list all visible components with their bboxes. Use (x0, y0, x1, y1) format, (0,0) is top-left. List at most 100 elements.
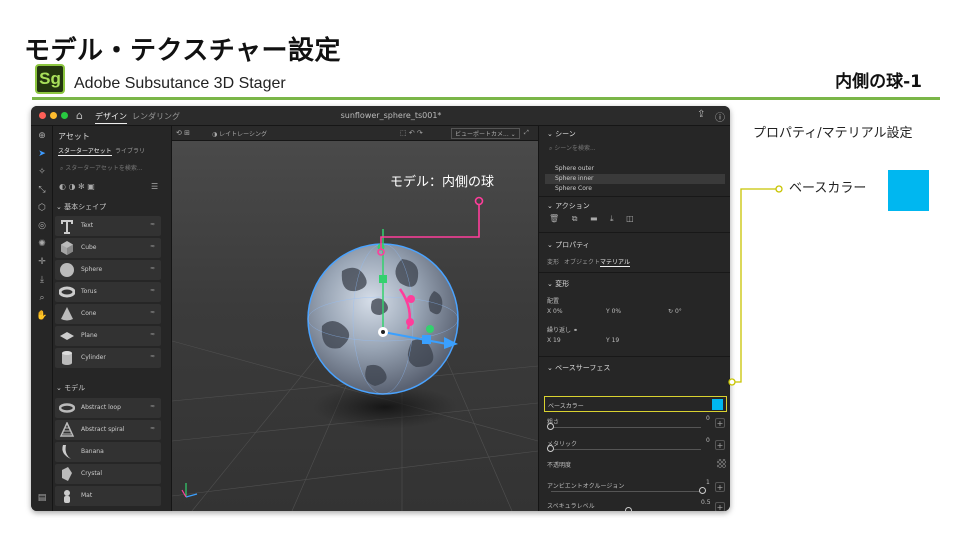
tab-library[interactable]: ライブラリ (115, 146, 145, 155)
base-color-callout-label: ベースカラー (789, 181, 867, 196)
move-tool-icon[interactable]: ✛ (36, 256, 48, 268)
action-heading[interactable]: ⌄ アクション (547, 201, 590, 211)
roughness-add-button[interactable]: + (715, 418, 725, 428)
rotation-field[interactable]: ↻ 0° (668, 308, 682, 315)
share-icon[interactable]: ⇪ (697, 109, 705, 120)
tab-transform[interactable]: 変形 (547, 257, 559, 266)
scene-item-sphere-core[interactable]: Sphere Core (545, 184, 725, 194)
expand-viewport-icon[interactable]: ⤢ (524, 129, 529, 137)
scene-search-input[interactable]: ⌕ シーンを検索... (547, 143, 723, 155)
metallic-value: 0 (706, 437, 710, 444)
tab-material[interactable]: マテリアル (600, 257, 630, 267)
viewport-tool-icons[interactable]: ⬚ ↶ ↷ (400, 129, 423, 137)
camera-tool-icon[interactable]: ◎ (36, 220, 48, 232)
asset-item-mat[interactable]: Mat (55, 486, 161, 506)
close-window-button[interactable] (39, 112, 46, 119)
link-icon[interactable]: ⚭ (573, 327, 578, 334)
roughness-slider-knob[interactable] (547, 423, 554, 430)
more-icon[interactable]: ≈ (150, 403, 155, 410)
asset-item-crystal[interactable]: Crystal (55, 464, 161, 484)
zoom-window-button[interactable] (61, 112, 68, 119)
base-surface-heading[interactable]: ⌄ ベースサーフェス (547, 363, 610, 373)
offset-y-field[interactable]: Y 0% (606, 308, 621, 315)
asset-label: Abstract loop (81, 404, 121, 411)
hand-tool-icon[interactable]: ✋ (36, 310, 48, 322)
transform-heading[interactable]: ⌄ 変形 (547, 279, 569, 289)
action-icons[interactable]: 🗑 ⧉ ▬ ⤓ ◫ (549, 214, 639, 224)
more-icon[interactable]: ≈ (150, 265, 155, 272)
asset-label: Banana (81, 448, 104, 455)
plane-shape-icon (60, 332, 74, 340)
asset-item-plane[interactable]: Plane ≈ (55, 326, 161, 346)
tab-object[interactable]: オブジェクト (564, 257, 600, 266)
tab-starter-assets[interactable]: スターターアセット (58, 146, 112, 156)
viewport-canvas[interactable]: モデル：内側の球 (172, 141, 538, 511)
asset-item-torus[interactable]: Torus ≈ (55, 282, 161, 302)
asset-item-abstract-spiral[interactable]: Abstract spiral ≈ (55, 420, 161, 440)
base-color-swatch[interactable] (712, 399, 723, 410)
specular-value: 0.5 (701, 499, 711, 506)
select-tool-icon[interactable]: ➤ (36, 148, 48, 160)
opacity-texture-icon[interactable] (717, 459, 726, 468)
base-color-row[interactable]: ベースカラー (544, 396, 727, 412)
opacity-label: 不透明度 (547, 462, 572, 469)
repeat-x-field[interactable]: X 19 (547, 337, 561, 344)
orbit-icon[interactable]: ⟲ ⊞ (176, 129, 190, 137)
asset-item-text[interactable]: Text ≈ (55, 216, 161, 236)
divider (539, 272, 730, 273)
light-tool-icon[interactable]: ✺ (36, 238, 48, 250)
list-view-icon[interactable]: ☰ (151, 182, 158, 191)
camera-select[interactable]: ビューポートカメ... ⌄ (451, 128, 520, 139)
asset-label: Cube (81, 244, 97, 251)
metallic-slider-knob[interactable] (547, 445, 554, 452)
asset-item-sphere[interactable]: Sphere ≈ (55, 260, 161, 280)
minimize-window-button[interactable] (50, 112, 57, 119)
more-icon[interactable]: ≈ (150, 221, 155, 228)
raytrace-toggle[interactable]: ◑ レイトレーシング (212, 129, 267, 138)
more-icon[interactable]: ≈ (150, 425, 155, 432)
transform-heading-label: 変形 (555, 280, 570, 288)
specular-add-button[interactable]: + (715, 502, 725, 511)
transform-tool-icon[interactable]: ⤡ (36, 184, 48, 196)
library-icon[interactable]: ▤ (36, 492, 48, 504)
property-heading[interactable]: ⌄ プロパティ (547, 240, 590, 250)
scene-item-sphere-outer[interactable]: Sphere outer (545, 164, 725, 174)
scene-item-sphere-inner[interactable]: Sphere inner (545, 174, 725, 184)
add-icon[interactable]: ⊕ (36, 130, 48, 142)
more-icon[interactable]: ≈ (150, 243, 155, 250)
title-bar: ⌂ デザイン レンダリング sunflower_sphere_ts001* ⇪ … (31, 106, 730, 126)
offset-x-field[interactable]: X 0% (547, 308, 563, 315)
object-tool-icon[interactable]: ⬡ (36, 202, 48, 214)
metallic-slider-track[interactable] (551, 449, 701, 450)
metallic-add-button[interactable]: + (715, 440, 725, 450)
scene-item-label: Sphere inner (555, 175, 594, 182)
zoom-tool-icon[interactable]: ⌕ (36, 292, 48, 304)
more-icon[interactable]: ≈ (150, 309, 155, 316)
tab-design[interactable]: デザイン (95, 111, 127, 124)
asset-item-cylinder[interactable]: Cylinder ≈ (55, 348, 161, 368)
more-icon[interactable]: ≈ (150, 331, 155, 338)
drop-tool-icon[interactable]: ⤓ (36, 274, 48, 286)
asset-search-input[interactable]: ⌕ スターターアセットを検索... (57, 163, 165, 175)
home-icon[interactable]: ⌂ (76, 109, 83, 122)
specular-slider-knob[interactable] (625, 507, 632, 511)
asset-item-abstract-loop[interactable]: Abstract loop ≈ (55, 398, 161, 418)
help-icon[interactable]: ⓘ (715, 109, 725, 124)
ao-add-button[interactable]: + (715, 482, 725, 492)
repeat-y-field[interactable]: Y 19 (606, 337, 619, 344)
asset-item-banana[interactable]: Banana (55, 442, 161, 462)
divider (539, 356, 730, 357)
magic-wand-icon[interactable]: ✧ (36, 166, 48, 178)
asset-label: Abstract spiral (81, 426, 125, 433)
scene-search-placeholder: シーンを検索... (554, 145, 596, 152)
ao-slider-knob[interactable] (699, 487, 706, 494)
scene-heading[interactable]: ⌄ シーン (547, 129, 576, 139)
tab-render[interactable]: レンダリング (132, 111, 180, 122)
asset-item-cone[interactable]: Cone ≈ (55, 304, 161, 324)
asset-filter-icons[interactable]: ◐ ◑ ✻ ▣ (59, 182, 95, 191)
ao-slider-track[interactable] (551, 491, 701, 492)
roughness-slider-track[interactable] (551, 427, 701, 428)
asset-item-cube[interactable]: Cube ≈ (55, 238, 161, 258)
more-icon[interactable]: ≈ (150, 353, 155, 360)
more-icon[interactable]: ≈ (150, 287, 155, 294)
